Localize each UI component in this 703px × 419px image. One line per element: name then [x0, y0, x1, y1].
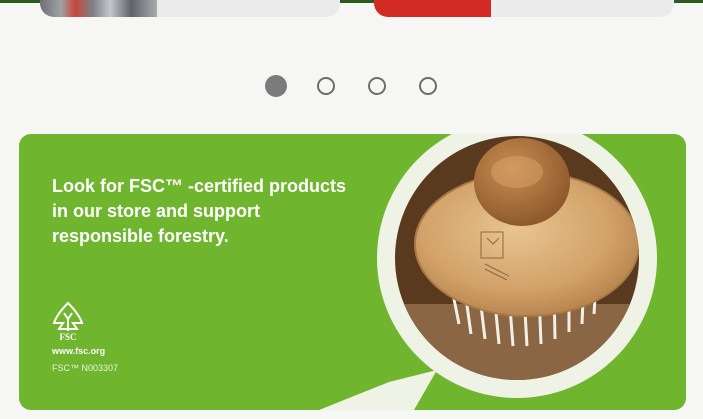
pagination-dot-3[interactable]	[368, 77, 386, 95]
fsc-promo-banner[interactable]: Look for FSC™ -certified products in our…	[19, 134, 686, 410]
pagination-dot-1[interactable]	[265, 75, 287, 97]
fsc-logo-text: FSC	[59, 332, 76, 341]
fsc-tree-logo-icon: FSC	[52, 301, 84, 341]
fsc-website-link[interactable]: www.fsc.org	[52, 346, 105, 356]
fsc-license-code: FSC™ N003307	[52, 363, 119, 373]
carousel-card-previous[interactable]	[40, 0, 340, 17]
carousel-card-next[interactable]	[374, 0, 674, 17]
pagination-dot-4[interactable]	[419, 77, 437, 95]
banner-headline: Look for FSC™ -certified products in our…	[52, 176, 347, 246]
carousel-card-image	[40, 0, 157, 17]
pagination-dot-2[interactable]	[317, 77, 335, 95]
carousel-pagination	[265, 75, 440, 97]
carousel-card-image	[374, 0, 491, 17]
